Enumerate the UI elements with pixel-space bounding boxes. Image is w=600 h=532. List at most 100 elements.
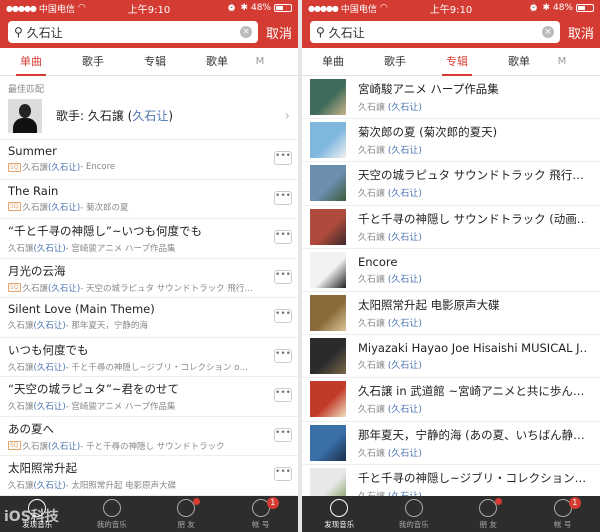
more-options-button[interactable]: ••• <box>274 190 292 205</box>
album-row[interactable]: 千と千寻の神隠し サウンドトラック (动画… 久石譲 (久石让) <box>302 206 600 249</box>
search-icon: ⚲ <box>14 25 23 39</box>
nav-music-note[interactable]: 发现音乐 <box>302 496 377 532</box>
song-row[interactable]: Silent Love (Main Theme) 久石譲 (久石让) - 那年夏天… <box>0 298 298 338</box>
album-row[interactable]: 菊次郎の夏 (菊次郎的夏天) 久石譲 (久石让) <box>302 119 600 163</box>
album-row[interactable]: 久石譲 in 武道館 ~宮崎アニメと共に歩ん… 久石譲 (久石让) <box>302 378 600 422</box>
album-title: 宮崎駿アニメ ハープ作品集 <box>358 82 499 97</box>
album-title: Encore <box>358 254 398 269</box>
album-title: 太阳照常升起 电影原声大碟 <box>358 298 500 313</box>
album-title: 千と千寻の神隠し~ジブリ・コレクション… <box>358 470 586 485</box>
tab-albums[interactable]: 专辑 <box>426 48 488 76</box>
album-row[interactable]: 天空の城ラピュタ サウンドトラック 飛行… 久石譲 (久石让) <box>302 162 600 206</box>
nav-friends[interactable]: 朋 友 <box>451 496 526 532</box>
song-title: Summer <box>8 144 57 158</box>
album-text: Miyazaki Hayao Joe Hisaishi MUSICAL J… 久石… <box>358 341 586 371</box>
song-row[interactable]: 月光の云海 SQ 久石譲 (久石让) - 天空の城ラピュタ サウンドトラック 飛行…… <box>0 259 298 298</box>
cancel-button[interactable]: 取消 <box>266 23 292 42</box>
album-row[interactable]: Encore 久石譲 (久石让) <box>302 249 600 292</box>
album-text: 天空の城ラピュタ サウンドトラック 飛行… 久石譲 (久石让) <box>358 167 586 199</box>
more-options-button[interactable]: ••• <box>274 467 292 481</box>
notification-badge: 1 <box>266 497 279 509</box>
nav-label: 帐 号 <box>554 520 572 529</box>
song-artist-alias: (久石让) <box>33 244 66 254</box>
song-row[interactable]: “天空の城ラピュタ”~君をのせて 久石譲 (久石让) - 宫崎骏アニメ ハープ作品… <box>0 377 298 417</box>
album-artist: 久石譲 (久石让) <box>358 319 422 330</box>
tab-playlists[interactable]: 歌单 <box>186 48 248 76</box>
nav-label: 我的音乐 <box>398 520 429 529</box>
album-artist-alias: (久石让) <box>387 448 422 459</box>
search-input[interactable]: ⚲ 久石让 × <box>310 21 560 43</box>
song-title: あの夏へ <box>8 421 54 436</box>
album-text: 菊次郎の夏 (菊次郎的夏天) 久石譲 (久石让) <box>358 124 586 156</box>
song-album: - 天空の城ラピュタ サウンドトラック 飛行… <box>80 283 253 294</box>
album-row[interactable]: 太阳照常升起 电影原声大碟久石譲 (久石让) <box>302 292 600 336</box>
album-text: 久石譲 in 武道館 ~宮崎アニメと共に歩ん… 久石譲 (久石让) <box>358 383 586 415</box>
nav-label: 我的音乐 <box>96 520 127 529</box>
tab-more[interactable]: M <box>248 48 272 76</box>
sq-badge-icon: SQ <box>8 162 21 172</box>
album-row[interactable]: 那年夏天，宁静的海 (あの夏、いちばん静… 久石譲 (久石让) <box>302 422 600 465</box>
tab-more[interactable]: M <box>550 48 574 76</box>
status-bar: ●●●●● 中国电信 ◠ 上午9:10 ⏰ ✱ 48% <box>302 0 600 16</box>
song-subtitle: 久石譲 (久石让) - 那年夏天，宁静的海 <box>8 319 258 331</box>
album-artist-alias: (久石让) <box>387 319 422 330</box>
tab-songs[interactable]: 单曲 <box>302 48 364 76</box>
notification-dot <box>193 498 201 505</box>
album-row[interactable]: 宮崎駿アニメ ハープ作品集 久石譲 (久石让) <box>302 76 600 120</box>
tab-albums[interactable]: 专辑 <box>124 48 186 76</box>
tab-bar: 单曲 歌手 专辑 歌单 M <box>0 48 298 76</box>
song-row[interactable]: 太阳照常升起 久石譲 (久石让) - 太阳照常升起 电影原声大碟 ••• <box>0 456 298 496</box>
album-cover <box>310 424 346 461</box>
more-options-button[interactable]: ••• <box>274 348 292 363</box>
song-row[interactable]: あの夏へ SQ 久石譲 (久石让) - 千と千尋の神隠し サウンドトラック ••• <box>0 417 298 456</box>
tab-artists[interactable]: 歌手 <box>364 48 426 76</box>
song-album: - 千と千尋の神隠し サウンドトラック <box>80 441 225 452</box>
tab-artists[interactable]: 歌手 <box>62 48 124 76</box>
album-artist: 久石譲 (久石让) <box>358 361 422 372</box>
more-options-button[interactable]: ••• <box>274 230 292 244</box>
song-artist: 久石譲 <box>22 202 49 213</box>
song-artist: 久石譲 <box>8 244 34 254</box>
song-row[interactable]: Summer SQ 久石譲 (久石让) - Encore ••• <box>0 140 298 180</box>
notification-badge: 1 <box>568 497 581 509</box>
song-artist: 久石譲 <box>22 163 49 173</box>
song-row[interactable]: “千と千寻の神隠し”~いつも何度でも 久石譲 (久石让) - 宫崎骏アニメ ハープ… <box>0 219 298 259</box>
song-artist: 久石譲 <box>22 283 49 294</box>
song-title: 月光の云海 <box>8 263 66 278</box>
song-title: Silent Love (Main Theme) <box>8 302 155 316</box>
nav-account[interactable]: 帐 号 1 <box>224 496 299 532</box>
nav-account[interactable]: 帐 号 1 <box>526 496 600 532</box>
album-row[interactable]: Miyazaki Hayao Joe Hisaishi MUSICAL J… 久石… <box>302 335 600 379</box>
nav-friends[interactable]: 朋 友 <box>149 496 224 532</box>
clear-icon[interactable]: × <box>239 26 252 38</box>
song-row[interactable]: いつも何度でも 久石譲 (久石让) - 千と千尋の神隠し~ジブリ・コレクション o… <box>0 338 298 377</box>
more-options-button[interactable]: ••• <box>274 151 292 165</box>
song-artist-alias: (久石让) <box>48 163 81 173</box>
more-options-button[interactable]: ••• <box>274 427 292 442</box>
tab-playlists[interactable]: 歌单 <box>488 48 550 76</box>
song-album: - 千と千尋の神隠し~ジブリ・コレクション o… <box>65 362 248 373</box>
nav-label: 朋 友 <box>177 520 195 529</box>
album-title: 千と千寻の神隠し サウンドトラック (动画… <box>358 211 586 226</box>
more-options-button[interactable]: ••• <box>274 388 292 402</box>
song-subtitle: 久石譲 (久石让) - 太阳照常升起 电影原声大碟 <box>8 479 258 491</box>
tab-songs[interactable]: 单曲 <box>0 48 62 76</box>
music-library-icon <box>102 499 121 517</box>
more-options-button[interactable]: ••• <box>274 309 292 323</box>
song-title: “千と千寻の神隠し”~いつも何度でも <box>8 224 203 238</box>
search-input[interactable]: ⚲ 久石让 × <box>8 21 258 43</box>
clear-icon[interactable]: × <box>541 26 554 38</box>
song-subtitle: SQ 久石譲 (久石让) - 天空の城ラピュタ サウンドトラック 飛行… <box>8 282 258 294</box>
song-artist-alias: (久石让) <box>33 481 66 491</box>
song-row[interactable]: The Rain SQ 久石譲 (久石让) - 菊次郎の夏 ••• <box>0 180 298 219</box>
nav-music-library[interactable]: 我的音乐 <box>75 496 150 532</box>
cancel-button[interactable]: 取消 <box>568 23 594 42</box>
song-list: Summer SQ 久石譲 (久石让) - Encore ••• The Rain SQ 久… <box>0 140 298 496</box>
best-match-artist[interactable]: 歌手: 久石譲 (久石让) › <box>0 92 298 140</box>
more-options-button[interactable]: ••• <box>274 269 292 284</box>
song-artist-alias: (久石让) <box>33 362 66 373</box>
search-icon: ⚲ <box>316 25 325 39</box>
song-artist: 久石譲 <box>8 402 34 412</box>
sq-badge-icon: SQ <box>8 202 21 211</box>
nav-music-library[interactable]: 我的音乐 <box>377 496 452 532</box>
